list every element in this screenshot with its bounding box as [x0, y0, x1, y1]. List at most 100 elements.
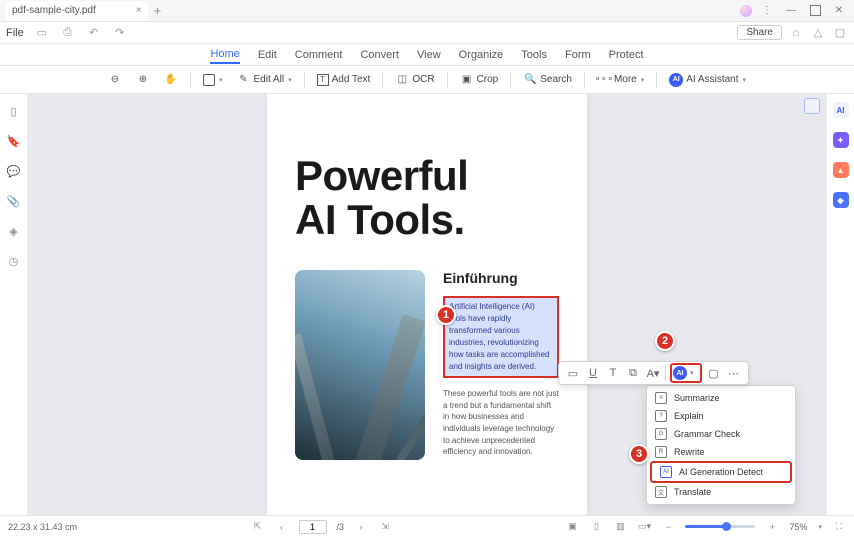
- read-mode-icon[interactable]: ▭▾: [637, 521, 651, 532]
- more-button[interactable]: ∘∘∘More▾: [595, 73, 646, 87]
- app-icon-1[interactable]: ⌂: [788, 25, 804, 41]
- settings-icon[interactable]: ▢: [832, 25, 848, 41]
- panel-icon-2[interactable]: ✦: [833, 132, 849, 148]
- menu-explain[interactable]: ?Explain: [647, 407, 795, 425]
- tab-comment[interactable]: Comment: [295, 47, 343, 63]
- edit-all-label: Edit All: [254, 74, 285, 85]
- tab-view[interactable]: View: [417, 47, 441, 63]
- maximize-button[interactable]: [804, 2, 826, 20]
- ocr-label: OCR: [412, 74, 434, 85]
- export-icon[interactable]: ▢: [706, 365, 722, 381]
- menu-summarize[interactable]: ≡Summarize: [647, 389, 795, 407]
- tab-form[interactable]: Form: [565, 47, 591, 63]
- zoom-slider[interactable]: [685, 525, 755, 528]
- jump-last-icon[interactable]: ⇲: [378, 521, 392, 532]
- panel-icon-4[interactable]: ◆: [833, 192, 849, 208]
- rewrite-icon: R: [655, 446, 667, 458]
- bookmarks-icon[interactable]: 🔖: [7, 134, 21, 148]
- single-page-icon[interactable]: ▯: [589, 521, 603, 532]
- fit-page-icon[interactable]: ▣: [565, 521, 579, 532]
- summarize-icon: ≡: [655, 392, 667, 404]
- copy-icon[interactable]: ⧉: [625, 365, 641, 381]
- page-dimensions: 22.23 x 31.43 cm: [8, 522, 77, 532]
- tab-home[interactable]: Home: [210, 46, 239, 64]
- more-label: More: [614, 74, 637, 85]
- comments-icon[interactable]: 💬: [7, 164, 21, 178]
- minimize-button[interactable]: —: [780, 2, 802, 20]
- crop-button[interactable]: ▣Crop: [458, 73, 501, 87]
- security-icon[interactable]: ◷: [7, 254, 21, 268]
- zoom-in-button[interactable]: ⊕: [134, 73, 152, 87]
- more-options-icon[interactable]: ⋯: [726, 365, 742, 381]
- new-tab-button[interactable]: +: [154, 3, 162, 18]
- tab-tools[interactable]: Tools: [521, 47, 547, 63]
- page-number-input[interactable]: [299, 520, 327, 534]
- body-paragraph: These powerful tools are not just a tren…: [443, 388, 559, 458]
- document-tab[interactable]: pdf-sample-city.pdf ×: [6, 1, 148, 21]
- share-button[interactable]: Share: [737, 25, 782, 40]
- strikethrough-icon[interactable]: T: [605, 365, 621, 381]
- thumbnails-icon[interactable]: ▯: [7, 104, 21, 118]
- jump-first-icon[interactable]: ⇱: [251, 521, 265, 532]
- section-heading: Einführung: [443, 270, 559, 286]
- underline-icon[interactable]: U: [585, 365, 601, 381]
- search-button[interactable]: 🔍Search: [521, 73, 574, 87]
- ai-menu-trigger[interactable]: AI▾: [670, 363, 702, 383]
- status-bar: 22.23 x 31.43 cm ⇱ ‹ /3 › ⇲ ▣ ▯ ▥ ▭▾ − +…: [0, 515, 854, 537]
- title-line-2: AI Tools.: [295, 198, 559, 242]
- save-icon[interactable]: ▭: [34, 25, 50, 41]
- layers-icon[interactable]: ◈: [7, 224, 21, 238]
- zoom-out-sb[interactable]: −: [661, 522, 675, 532]
- undo-icon[interactable]: ↶: [86, 25, 102, 41]
- zoom-out-button[interactable]: ⊖: [106, 73, 124, 87]
- tab-edit[interactable]: Edit: [258, 47, 277, 63]
- add-text-label: Add Text: [332, 74, 371, 85]
- title-line-1: Powerful: [295, 154, 559, 198]
- zoom-in-sb[interactable]: +: [765, 522, 779, 532]
- add-text-button[interactable]: TAdd Text: [315, 74, 373, 86]
- tab-organize[interactable]: Organize: [459, 47, 504, 63]
- close-window-button[interactable]: ✕: [828, 2, 850, 20]
- shape-tool[interactable]: ▾: [201, 74, 225, 86]
- menu-translate[interactable]: 文Translate: [647, 483, 795, 501]
- bell-icon[interactable]: △: [810, 25, 826, 41]
- menu-rewrite[interactable]: RRewrite: [647, 443, 795, 461]
- file-menu[interactable]: File: [6, 27, 24, 39]
- zoom-level: 75%: [789, 522, 807, 532]
- hand-tool[interactable]: ✋: [162, 73, 180, 87]
- page-title: Powerful AI Tools.: [295, 154, 559, 242]
- anchor-icon[interactable]: [804, 98, 820, 114]
- selected-text-block[interactable]: Artificial Intelligence (AI) tools have …: [443, 296, 559, 378]
- menu-grammar-check[interactable]: GGrammar Check: [647, 425, 795, 443]
- ribbon-toolbar: ⊖ ⊕ ✋ ▾ ✎Edit All▾ TAdd Text ◫OCR ▣Crop …: [0, 66, 854, 94]
- redo-icon[interactable]: ↷: [112, 25, 128, 41]
- right-sidebar: AI ✦ ▲ ◆: [826, 94, 854, 515]
- crop-label: Crop: [477, 74, 499, 85]
- pin-icon[interactable]: ⋮: [756, 2, 778, 20]
- tab-convert[interactable]: Convert: [360, 47, 399, 63]
- continuous-icon[interactable]: ▥: [613, 521, 627, 532]
- panel-icon-3[interactable]: ▲: [833, 162, 849, 178]
- tab-protect[interactable]: Protect: [609, 47, 644, 63]
- highlight-icon[interactable]: ▭: [565, 365, 581, 381]
- search-label: Search: [540, 74, 572, 85]
- ai-dropdown: ≡Summarize ?Explain GGrammar Check RRewr…: [646, 385, 796, 505]
- attachments-icon[interactable]: 📎: [7, 194, 21, 208]
- prev-page-icon[interactable]: ‹: [275, 522, 289, 532]
- next-page-icon[interactable]: ›: [354, 522, 368, 532]
- ai-assistant-button[interactable]: AIAI Assistant▾: [667, 73, 748, 87]
- print-icon[interactable]: ⎙: [60, 25, 76, 41]
- tab-close-icon[interactable]: ×: [136, 5, 142, 16]
- comment-icon[interactable]: A▾: [645, 365, 661, 381]
- selected-text: Artificial Intelligence (AI) tools have …: [449, 302, 550, 371]
- zoom-caret[interactable]: ▾: [818, 523, 822, 531]
- ai-icon: AI: [669, 73, 683, 87]
- document-canvas[interactable]: Powerful AI Tools. Einführung Artificial…: [28, 94, 826, 515]
- separator: [584, 72, 585, 88]
- menu-ai-generation-detect[interactable]: AIAI Generation Detect: [650, 461, 792, 483]
- total-pages: /3: [337, 522, 345, 532]
- edit-all-button[interactable]: ✎Edit All▾: [235, 73, 294, 87]
- ocr-button[interactable]: ◫OCR: [393, 73, 436, 87]
- ai-panel-icon[interactable]: AI: [833, 102, 849, 118]
- fullscreen-icon[interactable]: ⛶: [832, 521, 846, 532]
